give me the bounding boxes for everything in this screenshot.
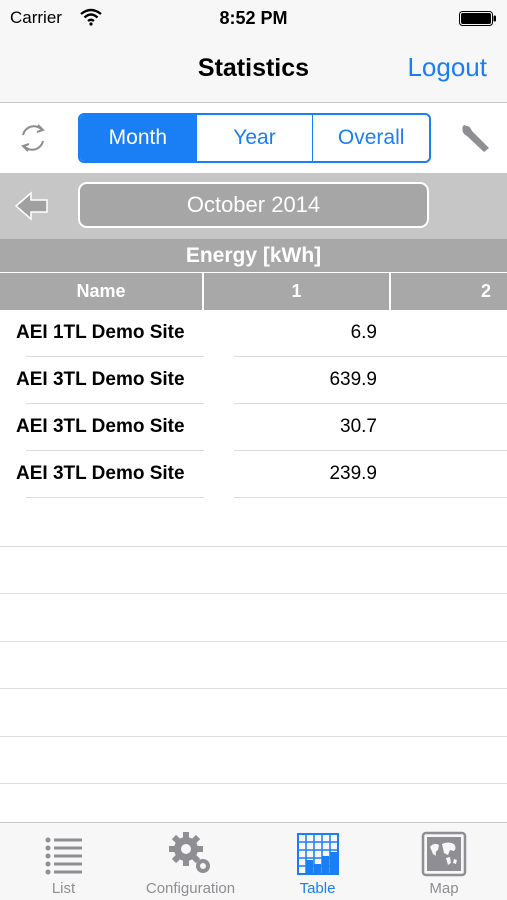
table-row[interactable]: AEI 1TL Demo Site 6.9 bbox=[0, 310, 507, 357]
tab-table[interactable]: Table bbox=[254, 823, 381, 900]
back-arrow-icon[interactable] bbox=[14, 190, 50, 222]
row-value: 30.7 bbox=[340, 416, 377, 437]
row-divider bbox=[0, 641, 507, 642]
row-value: 6.9 bbox=[350, 322, 377, 343]
tab-bar: List Configuration Table Map bbox=[0, 822, 507, 900]
table-body: AEI 1TL Demo Site 6.9 AEI 3TL Demo Site … bbox=[0, 310, 507, 498]
row-site-name: AEI 3TL Demo Site bbox=[16, 369, 185, 390]
row-divider bbox=[0, 593, 507, 594]
list-icon bbox=[45, 837, 82, 875]
table-row[interactable]: AEI 3TL Demo Site 639.9 bbox=[0, 357, 507, 404]
tab-map[interactable]: Map bbox=[381, 823, 507, 900]
column-header-2: 2 bbox=[480, 281, 491, 301]
row-divider bbox=[0, 546, 507, 547]
period-toolbar: Month Year Overall bbox=[0, 103, 507, 173]
row-divider bbox=[0, 736, 507, 737]
row-value: 639.9 bbox=[329, 369, 377, 390]
column-header-1: 1 bbox=[204, 273, 391, 310]
period-selector-button[interactable]: October 2014 bbox=[78, 182, 429, 228]
row-value: 239.9 bbox=[329, 463, 377, 484]
tab-label: Configuration bbox=[145, 880, 236, 897]
refresh-icon[interactable] bbox=[18, 121, 48, 155]
row-site-name: AEI 3TL Demo Site bbox=[16, 463, 185, 484]
segment-overall[interactable]: Overall bbox=[312, 115, 429, 161]
tab-configuration[interactable]: Configuration bbox=[127, 823, 254, 900]
navigation-bar: Statistics Logout bbox=[0, 38, 507, 103]
segment-month[interactable]: Month bbox=[80, 115, 196, 161]
status-time: 8:52 PM bbox=[219, 8, 288, 28]
empty-table-area bbox=[0, 498, 507, 822]
tab-label: Map bbox=[429, 880, 459, 897]
table-row[interactable]: AEI 3TL Demo Site 30.7 bbox=[0, 404, 507, 451]
row-site-name: AEI 1TL Demo Site bbox=[16, 322, 185, 343]
tab-label: Table bbox=[299, 880, 336, 897]
tab-label: List bbox=[51, 880, 76, 897]
wrench-icon[interactable] bbox=[458, 121, 492, 155]
gears-icon bbox=[168, 832, 210, 873]
battery-icon bbox=[459, 11, 496, 26]
table-chart-icon bbox=[296, 833, 339, 875]
segment-year[interactable]: Year bbox=[195, 115, 313, 161]
period-segmented-control: Month Year Overall bbox=[78, 113, 431, 163]
table-column-header: Name 1 2 bbox=[0, 273, 507, 310]
map-icon bbox=[421, 831, 467, 877]
logout-button[interactable]: Logout bbox=[407, 52, 487, 83]
column-header-name: Name bbox=[0, 273, 204, 310]
period-selector-bar: October 2014 bbox=[0, 173, 507, 239]
tab-list[interactable]: List bbox=[0, 823, 127, 900]
status-bar: Carrier 8:52 PM bbox=[0, 0, 507, 38]
row-divider bbox=[0, 688, 507, 689]
row-divider bbox=[0, 783, 507, 784]
row-site-name: AEI 3TL Demo Site bbox=[16, 416, 185, 437]
table-title: Energy [kWh] bbox=[0, 239, 507, 273]
table-row[interactable]: AEI 3TL Demo Site 239.9 bbox=[0, 451, 507, 498]
